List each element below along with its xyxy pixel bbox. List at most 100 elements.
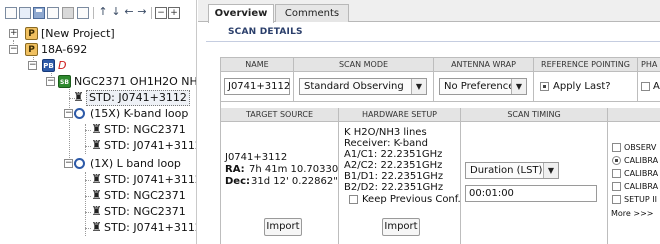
telescope-icon: ♜ (91, 122, 102, 136)
tree-node-scan[interactable]: ♜ STD: NGC2371 (0, 188, 196, 204)
tree-node-program-block[interactable]: − PB D (0, 58, 196, 74)
telescope-icon: ♜ (91, 204, 102, 218)
loop-icon (74, 158, 85, 169)
intent-checkbox[interactable] (612, 169, 621, 178)
move-right-icon[interactable]: → (136, 6, 148, 18)
save-icon[interactable] (33, 7, 45, 19)
ra-label: RA: (225, 164, 245, 175)
collapse-icon[interactable]: − (46, 77, 55, 86)
timing-mode-value: Duration (LST) (470, 165, 543, 176)
apply-last-checkbox[interactable] (540, 82, 549, 91)
target-source-cell: J0741+3112 RA: 7h 41m 10.703308s Dec: 31… (221, 122, 339, 244)
collapse-icon[interactable]: − (9, 45, 18, 54)
hardware-line: B2/D2: 22.2351GHz (344, 182, 444, 193)
intent-label: CALIBRA (624, 182, 659, 191)
divider (206, 41, 660, 42)
tree-node-new-project[interactable]: + P [New Project] (0, 26, 196, 42)
tree-node-label: [New Project] (41, 27, 115, 40)
new-document-alt-icon[interactable] (19, 7, 31, 19)
scan-mode-cell: Standard Observing ▼ (294, 72, 434, 102)
move-down-icon[interactable]: ↓ (110, 6, 122, 18)
new-document-icon[interactable] (5, 7, 17, 19)
tree-node-18a-692[interactable]: − P 18A-692 (0, 42, 196, 58)
header-reference-pointing: REFERENCE POINTING (534, 58, 638, 72)
duplicate-icon[interactable] (47, 7, 59, 19)
collapse-icon[interactable]: − (28, 61, 37, 70)
hardware-setup-cell: K H2O/NH3 lines Receiver: K-band A1/C1: … (339, 122, 461, 244)
hardware-line: A2/C2: 22.2351GHz (344, 160, 443, 171)
intent-checkbox[interactable] (612, 143, 621, 152)
hardware-line: Receiver: K-band (344, 138, 428, 149)
intent-checkbox[interactable] (612, 195, 621, 204)
header-hardware-setup: HARDWARE SETUP (339, 108, 461, 122)
tree-node-label: NGC2371 OH1H2O NH3, 00 (74, 75, 197, 88)
scheduling-block-icon: SB (58, 75, 71, 88)
more-intents-link[interactable]: More >>> (611, 208, 653, 219)
tab-overview[interactable]: Overview (208, 4, 274, 23)
tree-node-scan[interactable]: ♜ STD: NGC2371 (0, 204, 196, 220)
phase-cell: A (638, 72, 660, 102)
intent-checkbox[interactable] (612, 156, 621, 165)
tree-node-loop-lband[interactable]: − (1X) L band loop (0, 156, 196, 172)
header-name: NAME (221, 58, 294, 72)
keep-previous-label: Keep Previous Conf. (362, 194, 461, 205)
tree-node-label: STD: NGC2371 (104, 189, 186, 202)
tree-node-scheduling-block[interactable]: − SB NGC2371 OH1H2O NH3, 00 (0, 74, 197, 90)
telescope-icon: ♜ (91, 138, 102, 152)
tree-node-scan[interactable]: ♜ STD: J0741+3112 (0, 172, 197, 188)
intent-checkbox[interactable] (612, 182, 621, 191)
tree-node-loop-kband[interactable]: − (15X) K-band loop (0, 106, 196, 122)
tree-node-label: STD: NGC2371 (104, 123, 186, 136)
tree-node-label: D (58, 59, 67, 72)
scan-details-heading: SCAN DETAILS (228, 27, 303, 37)
scan-details-grid: NAME SCAN MODE ANTENNA WRAP REFERENCE PO… (220, 57, 660, 244)
scan-name-input[interactable]: J0741+3112 (224, 78, 290, 95)
move-left-icon[interactable]: ← (123, 6, 135, 18)
collapse-icon[interactable]: − (64, 109, 73, 118)
import-hardware-button[interactable]: Import (382, 218, 420, 236)
collapse-all-icon[interactable]: − (155, 7, 167, 19)
move-up-icon[interactable]: ↑ (97, 6, 109, 18)
header-scan-mode: SCAN MODE (294, 58, 434, 72)
delete-icon[interactable] (77, 7, 89, 19)
antenna-wrap-select[interactable]: No Preference ▼ (439, 78, 527, 95)
expand-all-icon[interactable]: + (168, 7, 180, 19)
hardware-line: A1/C1: 22.2351GHz (344, 149, 443, 160)
tree-node-scan[interactable]: ♜ STD: J0741+3112 (0, 138, 196, 154)
name-cell: J0741+3112 (221, 72, 294, 102)
tree-node-label: STD: J0741+3112 (104, 173, 197, 186)
intent-label: CALIBRA (624, 169, 659, 178)
keep-previous-checkbox[interactable] (349, 195, 358, 204)
project-tree-pane: ↑ ↓ ← → − + + P [New Project] − P 18A-69… (0, 0, 197, 244)
project-icon: P (25, 43, 38, 56)
timing-mode-select[interactable]: Duration (LST) ▼ (465, 162, 559, 179)
timing-value-input[interactable]: 00:01:00 (465, 185, 597, 202)
antenna-wrap-cell: No Preference ▼ (434, 72, 534, 102)
tree-node-scan[interactable]: ♜ STD: NGC2371 (0, 122, 196, 138)
chevron-down-icon: ▼ (543, 163, 558, 178)
scan-mode-select[interactable]: Standard Observing ▼ (299, 78, 427, 95)
header-intents (608, 108, 660, 122)
tree-node-scan-selected[interactable]: ♜ STD: J0741+3112 (0, 90, 196, 106)
header-scan-timing: SCAN TIMING (461, 108, 608, 122)
header-target-source: TARGET SOURCE (221, 108, 339, 122)
telescope-icon: ♜ (91, 220, 102, 234)
print-icon[interactable] (62, 7, 74, 19)
chevron-down-icon: ▼ (411, 79, 426, 94)
loop-icon (74, 108, 85, 119)
tab-bar: Overview Comments (198, 0, 660, 23)
antenna-wrap-value: No Preference (444, 81, 515, 92)
tab-comments[interactable]: Comments (275, 4, 349, 22)
tree-node-label: (1X) L band loop (90, 157, 181, 170)
dec-label: Dec: (225, 176, 251, 187)
tree-node-scan[interactable]: ♜ STD: J0741+3112 (0, 220, 196, 236)
phase-checkbox[interactable] (641, 82, 650, 91)
scan-timing-cell: Duration (LST) ▼ 00:01:00 (461, 122, 608, 244)
collapse-icon[interactable]: − (64, 159, 73, 168)
scan-intents-cell: OBSERV CALIBRA CALIBRA CALIBRA SETUP II … (608, 122, 660, 244)
import-target-button[interactable]: Import (264, 218, 302, 236)
expand-icon[interactable]: + (9, 29, 18, 38)
intent-label: SETUP II (624, 195, 657, 204)
tree-node-label: STD: NGC2371 (104, 205, 186, 218)
phase-label: A (653, 81, 660, 92)
